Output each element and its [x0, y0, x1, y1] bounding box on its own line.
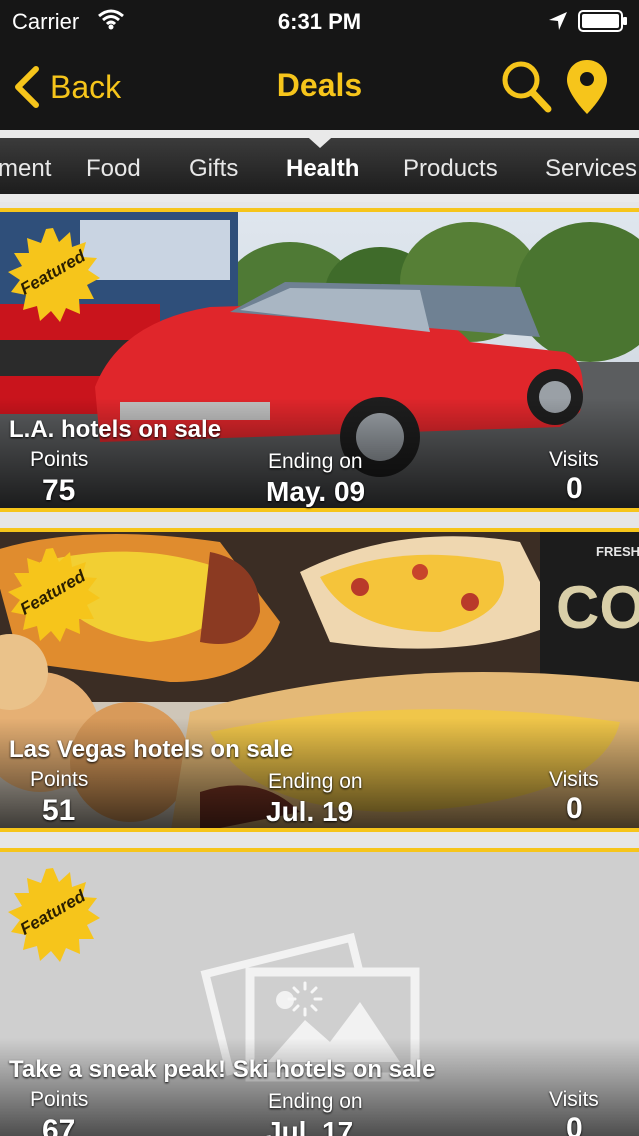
tab-food[interactable]: Food — [86, 138, 141, 194]
featured-badge: Featured — [6, 228, 100, 322]
points-value: 67 — [42, 1114, 76, 1136]
featured-badge: Featured — [6, 548, 100, 642]
deals-list[interactable]: Featured L.A. hotels on sale Points 75 E… — [0, 202, 639, 1136]
points-label: Points — [30, 768, 89, 791]
tab-entertainment[interactable]: ment — [0, 138, 51, 194]
deal-title: L.A. hotels on sale — [9, 416, 222, 443]
visits-value: 0 — [566, 1112, 583, 1136]
svg-text:CO: CO — [556, 574, 639, 641]
category-tabs: ment Food Gifts Health Products Services — [0, 130, 639, 202]
ending-value: Jul. 17 — [266, 1116, 354, 1136]
visits-value: 0 — [566, 792, 583, 825]
deal-title: Take a sneak peak! Ski hotels on sale — [9, 1056, 436, 1083]
ending-value: Jul. 19 — [266, 796, 354, 827]
visits-value: 0 — [566, 472, 583, 505]
visits-label: Visits — [549, 768, 599, 791]
points-label: Points — [30, 448, 89, 471]
ending-label: Ending on — [268, 450, 363, 473]
map-pin-icon[interactable] — [565, 58, 609, 116]
deal-card[interactable]: Featured L.A. hotels on sale Points 75 E… — [0, 202, 639, 512]
tab-services[interactable]: Services — [545, 138, 637, 194]
tab-products[interactable]: Products — [403, 138, 498, 194]
battery-icon — [578, 10, 627, 32]
ending-value: May. 09 — [266, 476, 366, 507]
deal-card[interactable]: Featured Take a sneak peak! Ski hotels o… — [0, 842, 639, 1136]
search-icon[interactable] — [500, 58, 552, 114]
points-label: Points — [30, 1088, 89, 1111]
deal-card[interactable]: FRESH CO Featured Las Vegas hotels on sa… — [0, 522, 639, 832]
points-value: 51 — [42, 794, 76, 827]
header: Carrier 6:31 PM Back Deals — [0, 0, 639, 130]
visits-label: Visits — [549, 1088, 599, 1111]
points-value: 75 — [42, 474, 76, 507]
svg-text:FRESH: FRESH — [596, 544, 639, 559]
status-bar: Carrier 6:31 PM — [0, 0, 639, 42]
ending-label: Ending on — [268, 1090, 363, 1113]
visits-label: Visits — [549, 448, 599, 471]
active-tab-indicator — [300, 130, 340, 148]
location-arrow-icon — [549, 12, 567, 30]
deal-title: Las Vegas hotels on sale — [9, 736, 294, 763]
tab-gifts[interactable]: Gifts — [189, 138, 238, 194]
ending-label: Ending on — [268, 770, 363, 793]
featured-badge: Featured — [6, 868, 100, 962]
status-time: 6:31 PM — [277, 9, 362, 34]
nav-bar: Back Deals — [0, 50, 639, 128]
